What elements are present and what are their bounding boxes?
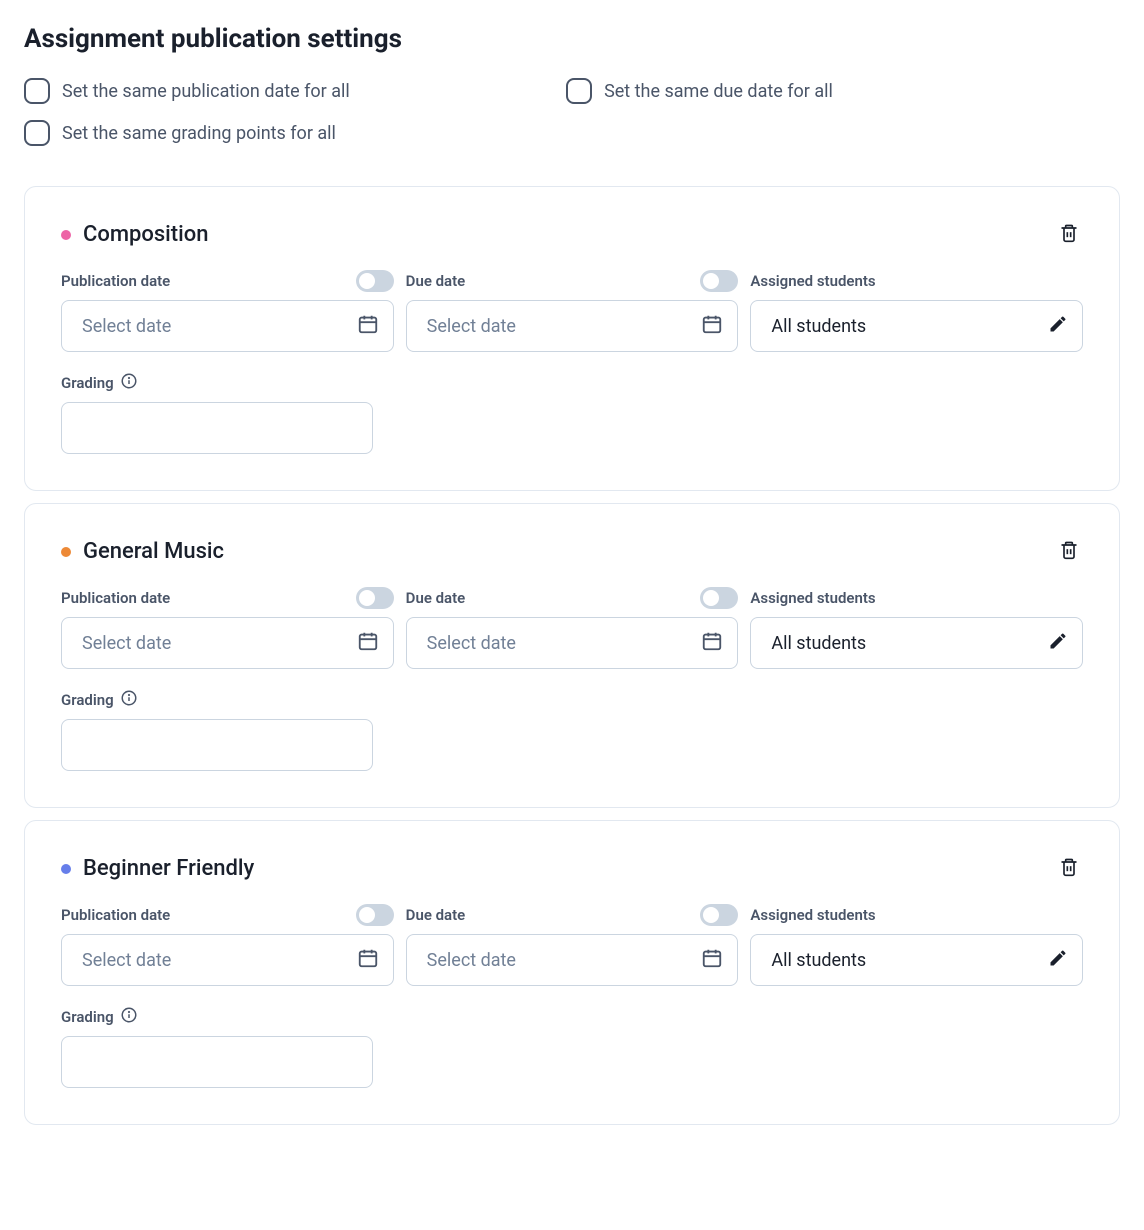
global-options-row: Set the same publication date for all Se…: [24, 78, 1120, 146]
publication-date-toggle[interactable]: [356, 587, 394, 609]
publication-date-input[interactable]: Select date: [61, 300, 394, 352]
info-icon[interactable]: [120, 372, 138, 394]
pencil-icon: [1048, 314, 1068, 339]
due-date-label: Due date: [406, 906, 466, 924]
students-value: All students: [771, 950, 866, 971]
assignment-card: Beginner Friendly Publication date Sel: [24, 820, 1120, 1125]
color-dot-icon: [61, 864, 71, 874]
publication-date-label: Publication date: [61, 589, 170, 607]
assignment-card: Composition Publication date Select da: [24, 186, 1120, 491]
publication-date-label: Publication date: [61, 272, 170, 290]
trash-icon: [1059, 548, 1079, 563]
card-title: Beginner Friendly: [83, 856, 254, 881]
grading-input[interactable]: [61, 719, 373, 771]
publication-date-toggle[interactable]: [356, 904, 394, 926]
calendar-icon: [357, 313, 379, 340]
assigned-students-input[interactable]: All students: [750, 617, 1083, 669]
due-date-toggle[interactable]: [700, 904, 738, 926]
info-icon[interactable]: [120, 689, 138, 711]
publication-date-input[interactable]: Select date: [61, 934, 394, 986]
page-title: Assignment publication settings: [24, 24, 1120, 54]
checkbox-label: Set the same due date for all: [604, 81, 833, 102]
calendar-icon: [701, 313, 723, 340]
checkbox-same-due-date[interactable]: Set the same due date for all: [566, 78, 1092, 104]
publication-date-input[interactable]: Select date: [61, 617, 394, 669]
checkbox-same-grading[interactable]: Set the same grading points for all: [24, 120, 550, 146]
assigned-students-label: Assigned students: [750, 272, 875, 290]
card-title: General Music: [83, 539, 224, 564]
students-value: All students: [771, 633, 866, 654]
grading-label: Grading: [61, 1006, 1083, 1028]
calendar-icon: [701, 947, 723, 974]
grading-label: Grading: [61, 689, 1083, 711]
publication-date-toggle[interactable]: [356, 270, 394, 292]
trash-icon: [1059, 231, 1079, 246]
due-date-input[interactable]: Select date: [406, 300, 739, 352]
checkbox-same-pub-date[interactable]: Set the same publication date for all: [24, 78, 550, 104]
checkbox-label: Set the same publication date for all: [62, 81, 350, 102]
due-date-label: Due date: [406, 589, 466, 607]
due-date-toggle[interactable]: [700, 587, 738, 609]
date-placeholder: Select date: [82, 633, 171, 654]
info-icon[interactable]: [120, 1006, 138, 1028]
due-date-toggle[interactable]: [700, 270, 738, 292]
date-placeholder: Select date: [427, 633, 516, 654]
color-dot-icon: [61, 547, 71, 557]
grading-input[interactable]: [61, 402, 373, 454]
due-date-label: Due date: [406, 272, 466, 290]
checkbox-label: Set the same grading points for all: [62, 123, 336, 144]
assigned-students-input[interactable]: All students: [750, 934, 1083, 986]
date-placeholder: Select date: [427, 316, 516, 337]
checkbox-box-icon: [24, 78, 50, 104]
assignment-card: General Music Publication date Select: [24, 503, 1120, 808]
grading-label: Grading: [61, 372, 1083, 394]
students-value: All students: [771, 316, 866, 337]
calendar-icon: [701, 630, 723, 657]
assigned-students-label: Assigned students: [750, 906, 875, 924]
color-dot-icon: [61, 230, 71, 240]
card-title: Composition: [83, 222, 208, 247]
due-date-input[interactable]: Select date: [406, 617, 739, 669]
trash-icon: [1059, 865, 1079, 880]
pencil-icon: [1048, 631, 1068, 656]
date-placeholder: Select date: [82, 316, 171, 337]
checkbox-box-icon: [24, 120, 50, 146]
assigned-students-input[interactable]: All students: [750, 300, 1083, 352]
publication-date-label: Publication date: [61, 906, 170, 924]
due-date-input[interactable]: Select date: [406, 934, 739, 986]
checkbox-box-icon: [566, 78, 592, 104]
delete-button[interactable]: [1055, 536, 1083, 567]
calendar-icon: [357, 630, 379, 657]
date-placeholder: Select date: [427, 950, 516, 971]
assigned-students-label: Assigned students: [750, 589, 875, 607]
calendar-icon: [357, 947, 379, 974]
delete-button[interactable]: [1055, 853, 1083, 884]
pencil-icon: [1048, 948, 1068, 973]
date-placeholder: Select date: [82, 950, 171, 971]
delete-button[interactable]: [1055, 219, 1083, 250]
grading-input[interactable]: [61, 1036, 373, 1088]
